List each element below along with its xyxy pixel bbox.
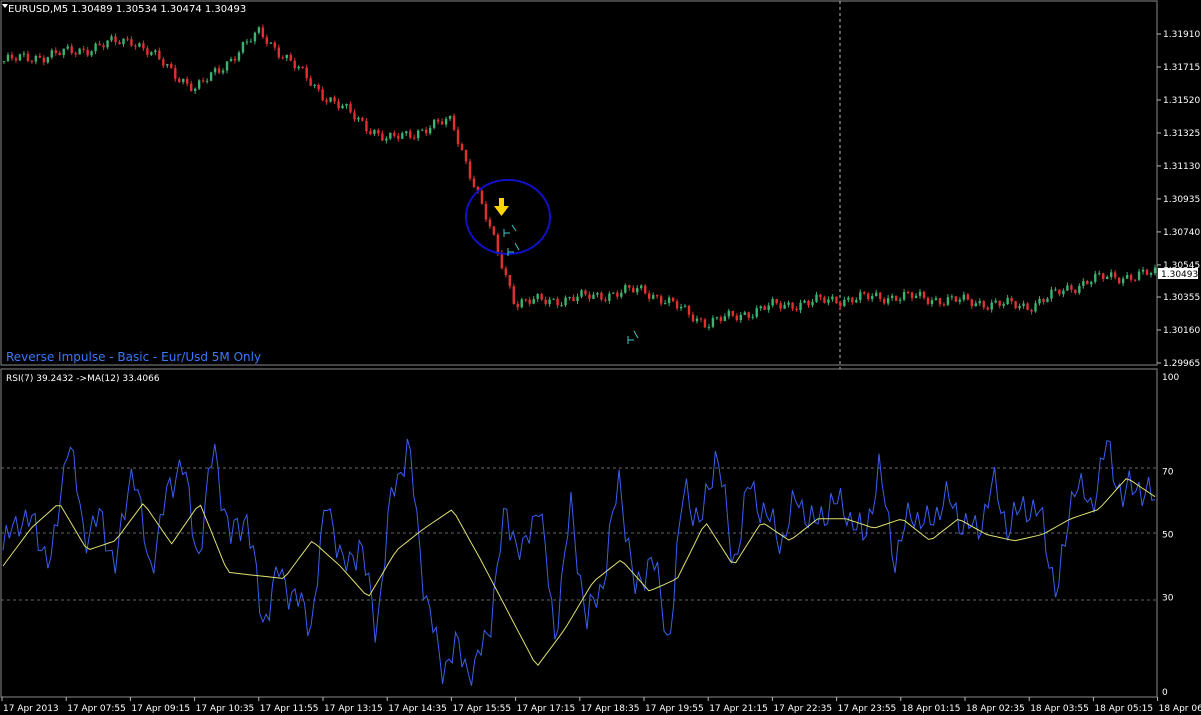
chart-header: EURUSD,M5 1.30489 1.30534 1.30474 1.3049… [8, 4, 246, 15]
price-tick-label: 1.30355 [1163, 293, 1200, 303]
time-tick-label: 17 Apr 19:55 [645, 704, 704, 714]
candle [456, 126, 460, 148]
candle [468, 158, 472, 181]
candle [241, 41, 245, 55]
time-tick-label: 17 Apr 23:55 [838, 704, 897, 714]
time-tick-label: 18 Apr 03:55 [1030, 704, 1089, 714]
time-tick-label: 17 Apr 22:35 [773, 704, 832, 714]
candle [835, 296, 838, 304]
time-tick-label: 17 Apr 07:55 [67, 704, 126, 714]
trading-chart[interactable]: 1.31910 1.31715 1.31520 1.31325 1.31130 1.309… [0, 0, 1201, 715]
rsi-axis: 100 70 50 30 0 [1162, 373, 1179, 698]
time-tick-label: 18 Apr 01:15 [902, 704, 961, 714]
candle [520, 297, 523, 309]
rsi-header: RSI(7) 39.2432 ->MA(12) 33.4066 [6, 374, 160, 384]
candle [894, 295, 898, 302]
time-tick-label: 17 Apr 21:15 [709, 704, 768, 714]
price-tick-label: 1.31130 [1163, 162, 1200, 172]
price-axis: 1.31910 1.31715 1.31520 1.31325 1.31130 1.309… [1157, 30, 1200, 369]
candle [18, 53, 22, 62]
candle [480, 189, 484, 205]
price-tick-label: 1.31715 [1163, 63, 1200, 73]
time-tick-label: 17 Apr 15:55 [452, 704, 511, 714]
rsi-tick-label: 0 [1162, 688, 1168, 698]
candle [1014, 300, 1017, 310]
time-tick-label: 17 Apr 13:15 [324, 704, 383, 714]
candle [644, 284, 647, 295]
price-tick-label: 1.30935 [1163, 195, 1200, 205]
time-tick-label: 17 Apr 14:35 [388, 704, 447, 714]
time-axis: 17 Apr 2013 17 Apr 07:55 17 Apr 09:15 17 Ap… [1, 697, 1201, 714]
price-tick-label: 1.31910 [1163, 30, 1200, 40]
candle [954, 296, 958, 303]
time-tick-label: 18 Apr 02:35 [966, 704, 1025, 714]
rsi-tick-label: 50 [1162, 531, 1174, 541]
rsi-tick-label: 70 [1162, 468, 1174, 478]
time-tick-label: 17 Apr 17:15 [517, 704, 576, 714]
rsi-tick-label: 100 [1162, 373, 1179, 383]
indicator-label: Reverse Impulse - Basic - Eur/Usd 5M Onl… [6, 350, 261, 364]
candle [703, 318, 707, 328]
candle [492, 225, 496, 236]
candle [452, 113, 456, 132]
current-price-tag: 1.30493 [1158, 268, 1198, 280]
candle [78, 47, 81, 55]
time-tick-label: 17 Apr 18:35 [581, 704, 640, 714]
time-tick-label: 18 Apr 05:15 [1094, 704, 1153, 714]
price-tick-label: 1.30160 [1163, 326, 1200, 336]
svg-text:1.30493: 1.30493 [1161, 270, 1198, 280]
price-tick-label: 1.30740 [1163, 228, 1200, 238]
price-tick-label: 1.31325 [1163, 129, 1200, 139]
time-tick-label: 17 Apr 11:55 [260, 704, 319, 714]
candle [209, 71, 213, 82]
price-tick-label: 1.31520 [1163, 96, 1200, 106]
rsi-tick-label: 30 [1162, 594, 1174, 604]
time-tick-label: 17 Apr 09:15 [131, 704, 190, 714]
time-tick-label: 17 Apr 2013 [3, 704, 59, 714]
candle [484, 200, 488, 223]
time-tick-label: 18 Apr 06:3 [1159, 704, 1201, 714]
candle [512, 283, 515, 305]
candle [197, 79, 201, 90]
time-tick-label: 17 Apr 10:35 [196, 704, 255, 714]
price-tick-label: 1.29965 [1163, 359, 1200, 369]
rsi-panel[interactable]: 100 70 50 30 0 RSI(7) 39.2432 ->MA(12) 33.40… [0, 368, 1179, 698]
